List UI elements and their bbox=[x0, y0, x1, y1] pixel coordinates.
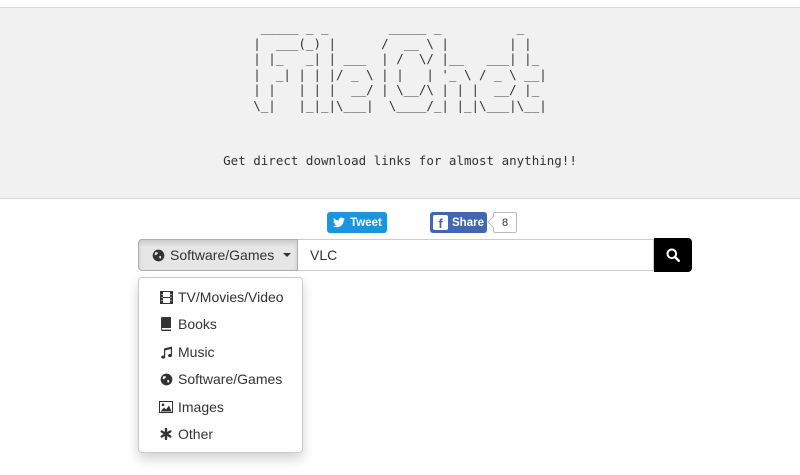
menu-item-label: Books bbox=[178, 316, 217, 332]
globe-icon bbox=[159, 372, 173, 386]
search-input[interactable] bbox=[298, 239, 654, 271]
share-label: Share bbox=[452, 216, 484, 229]
music-icon bbox=[159, 345, 173, 359]
asterisk-icon bbox=[159, 427, 173, 441]
globe-icon bbox=[151, 248, 165, 262]
facebook-share-button[interactable]: f Share bbox=[430, 212, 487, 233]
category-label: Software/Games bbox=[170, 247, 275, 263]
tweet-button[interactable]: Tweet bbox=[327, 212, 387, 233]
share-count-bubble: 8 bbox=[493, 212, 517, 233]
twitter-bird-icon bbox=[332, 216, 346, 230]
menu-item-other[interactable]: Other bbox=[139, 421, 302, 447]
menu-item-label: Software/Games bbox=[178, 371, 283, 387]
category-dropdown-button[interactable]: Software/Games bbox=[138, 239, 298, 271]
menu-item-software-games[interactable]: Software/Games bbox=[139, 366, 302, 392]
ascii-logo: _____ _ _ _____ _ _ | ___(_) | / __ \ | … bbox=[253, 20, 547, 113]
picture-icon bbox=[159, 400, 173, 414]
facebook-logo-icon: f bbox=[433, 215, 448, 230]
book-icon bbox=[159, 317, 173, 331]
menu-item-label: Other bbox=[178, 426, 214, 442]
menu-item-images[interactable]: Images bbox=[139, 394, 302, 420]
tagline: Get direct download links for almost any… bbox=[223, 153, 577, 168]
menu-item-music[interactable]: Music bbox=[139, 339, 302, 365]
menu-item-label: Music bbox=[178, 344, 215, 360]
menu-item-label: Images bbox=[178, 399, 224, 415]
search-button[interactable] bbox=[654, 238, 692, 272]
film-icon bbox=[159, 290, 173, 304]
caret-down-icon bbox=[283, 253, 292, 257]
menu-item-label: TV/Movies/Video bbox=[178, 289, 284, 305]
tweet-label: Tweet bbox=[350, 216, 382, 229]
header-banner: _____ _ _ _____ _ _ | ___(_) | / __ \ | … bbox=[0, 7, 800, 199]
menu-item-tv-movies-video[interactable]: TV/Movies/Video bbox=[139, 284, 302, 310]
menu-item-books[interactable]: Books bbox=[139, 311, 302, 337]
search-bar: Software/Games bbox=[138, 238, 692, 273]
search-icon bbox=[666, 248, 680, 262]
category-dropdown-menu: TV/Movies/Video Books Music Software/Gam… bbox=[138, 277, 303, 453]
